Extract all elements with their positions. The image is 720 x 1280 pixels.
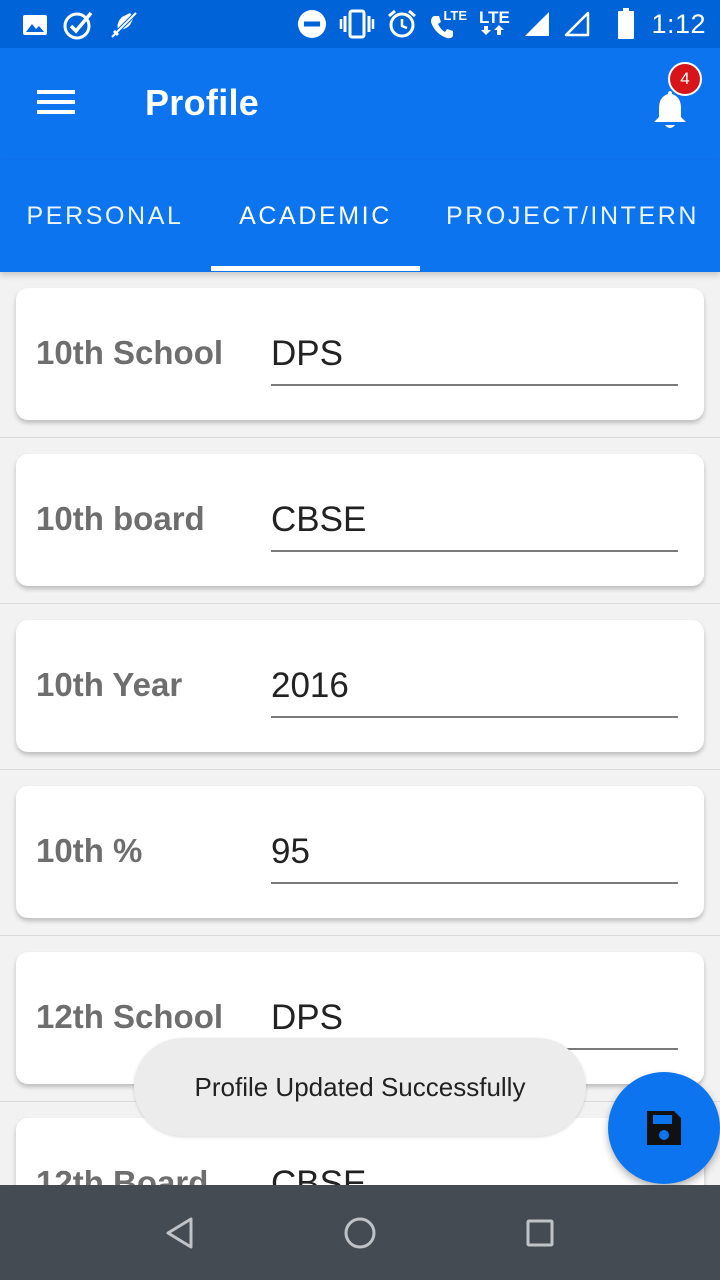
twelfth-board-input[interactable]: CBSE [271,1158,678,1185]
hamburger-menu-icon [36,87,76,122]
status-right-icons: LTE LTE 1:12 [297,6,706,42]
form-row: 10th board CBSE [0,438,720,604]
toast-message: Profile Updated Successfully [134,1038,586,1136]
field-label: 10th Year [36,666,183,703]
lte-call-label: LTE [443,8,468,23]
field-value: 2016 [271,666,349,705]
form-row: 10th School DPS [0,272,720,438]
field-label: 12th Board [36,1164,209,1185]
menu-button[interactable] [30,82,82,126]
battery-icon [617,8,635,40]
tenth-school-input[interactable]: DPS [271,328,678,386]
recents-square-icon [526,1219,554,1247]
home-circle-icon [344,1217,376,1249]
field-value: 95 [271,832,310,871]
field-label: 10th % [36,832,143,869]
do-not-disturb-icon [297,9,327,39]
recents-button[interactable] [510,1205,570,1261]
status-bar: LTE LTE 1:12 [0,0,720,48]
form-row: 10th % 95 [0,770,720,936]
tab-personal[interactable]: PERSONAL [0,160,210,272]
tenth-year-input[interactable]: 2016 [271,660,678,718]
form-row: 10th Year 2016 [0,604,720,770]
field-value: CBSE [271,1164,367,1185]
notification-button[interactable]: 4 [640,62,704,144]
lte-call-icon: LTE [429,8,468,40]
status-left-icons [22,8,140,42]
notification-badge: 4 [668,62,702,96]
signal-icon [523,10,551,38]
form-card: 10th Year 2016 [16,620,704,752]
back-button[interactable] [150,1205,210,1261]
field-label: 10th board [36,500,205,537]
back-triangle-icon [166,1217,193,1249]
tab-academic[interactable]: ACADEMIC [211,160,420,272]
tab-bar: PERSONAL ACADEMIC PROJECT/INTERN [0,160,720,272]
check-circle-icon [62,9,94,41]
home-button[interactable] [330,1205,390,1261]
field-label: 10th School [36,334,224,371]
signal-empty-icon [563,10,591,38]
field-value: DPS [271,998,343,1037]
tab-project-intern[interactable]: PROJECT/INTERN [432,160,720,272]
form-card: 10th board CBSE [16,454,704,586]
form-card: 10th % 95 [16,786,704,918]
muted-mic-icon [108,9,140,41]
vibrate-icon [339,9,375,39]
form-card: 10th School DPS [16,288,704,420]
tab-indicator [211,266,420,271]
tenth-board-input[interactable]: CBSE [271,494,678,552]
field-value: DPS [271,334,343,373]
page-title: Profile [145,82,260,123]
field-value: CBSE [271,500,367,539]
app-bar: Profile 4 [0,48,720,160]
tenth-percent-input[interactable]: 95 [271,826,678,884]
field-label: 12th School [36,998,224,1035]
alarm-icon [387,9,417,39]
status-time: 1:12 [651,8,706,39]
system-nav-bar [0,1185,720,1280]
image-icon [22,13,48,37]
lte-data-icon: LTE [477,8,511,36]
lte-data-label: LTE [479,8,510,27]
save-button[interactable] [608,1072,720,1184]
save-icon [647,1111,681,1145]
